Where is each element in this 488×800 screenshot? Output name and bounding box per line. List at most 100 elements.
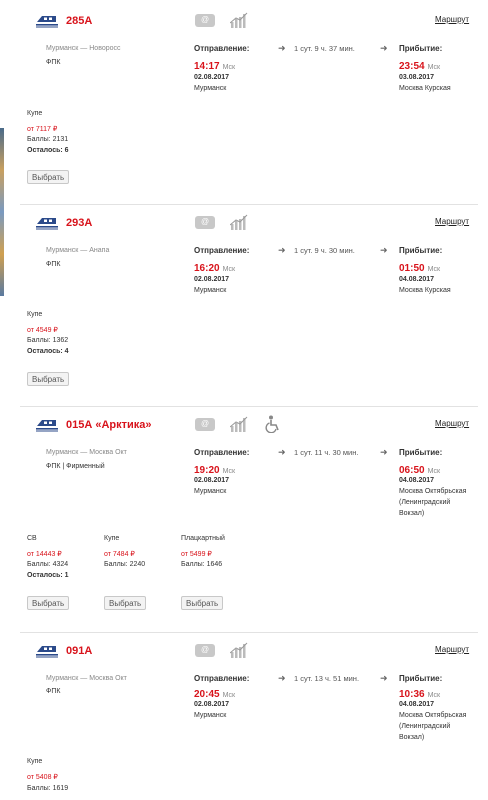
departure-station: Мурманск [194,287,227,294]
train-number[interactable]: 285А [66,15,92,27]
e-ticket-icon: @ [195,644,215,657]
departure-station: Мурманск [194,712,227,719]
duration: 1 сут. 9 ч. 37 мин. [294,44,355,53]
route-name: Мурманск — Анапа [46,247,110,254]
arrival-label: Прибытие: [399,246,443,255]
class-points: Баллы: 1619 [27,785,69,792]
carrier: ФПК | Фирменный [46,463,105,470]
departure-station: Мурманск [194,488,227,495]
duration: 1 сут. 11 ч. 30 мин. [294,448,359,457]
class-price: от 5499 ₽ [181,551,212,558]
departure-date: 02.08.2017 [194,276,230,283]
departure-time: 20:45 Мск [194,689,236,700]
arrow-right-icon: ➜ [380,43,388,53]
arrow-right-icon: ➜ [278,673,286,683]
train-card-015a: 015А «Арктика» @ Маршрут Мурманск — Моск… [0,404,488,632]
train-card-285a: 285А @ Маршрут Мурманск — Новоросс ФПК О… [0,0,488,205]
departure-time: 16:20 Мск [194,263,236,274]
duration: 1 сут. 9 ч. 30 мин. [294,246,355,255]
chart-icon [230,12,248,28]
train-number[interactable]: 091А [66,645,92,657]
seats-left: Осталось: 6 [27,147,69,154]
train-card-091a: 091А @ Маршрут Мурманск — Москва Окт ФПК… [0,630,488,800]
train-icon [36,218,58,230]
departure-label: Отправление: [194,674,250,683]
train-card-293a: 293А @ Маршрут Мурманск — Анапа ФПК Отпр… [0,202,488,405]
arrival-station-line: Москва Октябрьская [399,712,467,719]
route-link[interactable]: Маршрут [435,15,469,24]
select-button[interactable]: Выбрать [181,596,224,610]
e-ticket-icon: @ [195,418,215,431]
duration: 1 сут. 13 ч. 51 мин. [294,674,360,683]
chart-icon [230,214,248,230]
chart-icon [230,416,248,432]
e-ticket-icon: @ [195,216,215,229]
carrier: ФПК [46,59,61,66]
select-button[interactable]: Выбрать [104,596,147,610]
route-name: Мурманск — Москва Окт [46,449,127,456]
arrival-time: 01:50 Мск [399,263,441,274]
seats-left: Осталось: 4 [27,348,69,355]
train-icon [36,646,58,658]
departure-date: 02.08.2017 [194,701,230,708]
route-name: Мурманск — Новоросс [46,45,121,52]
carrier: ФПК [46,688,61,695]
class-points: Баллы: 1646 [181,561,223,568]
departure-label: Отправление: [194,448,250,457]
route-link[interactable]: Маршрут [435,419,469,428]
departure-label: Отправление: [194,44,250,53]
departure-label: Отправление: [194,246,250,255]
arrival-station-line: Вокзал) [399,510,425,517]
class-points: Баллы: 1362 [27,337,69,344]
e-ticket-icon: @ [195,14,215,27]
carrier: ФПК [46,261,61,268]
arrival-station-line: Москва Октябрьская [399,488,467,495]
arrival-time: 23:54 Мск [399,61,441,72]
arrival-label: Прибытие: [399,448,443,457]
route-link[interactable]: Маршрут [435,217,469,226]
arrival-station: Москва Октябрьская (Ленинградский Вокзал… [399,486,466,519]
arrival-label: Прибытие: [399,674,443,683]
class-points: Баллы: 4324 [27,561,69,568]
arrival-time: 06:50 Мск [399,465,441,476]
departure-time: 14:17 Мск [194,61,236,72]
arrival-date: 04.08.2017 [399,477,435,484]
train-icon [36,420,58,432]
departure-date: 02.08.2017 [194,74,230,81]
arrival-station: Москва Курская [399,287,451,294]
class-points: Баллы: 2240 [104,561,146,568]
train-number[interactable]: 293А [66,217,92,229]
arrival-label: Прибытие: [399,44,443,53]
arrow-right-icon: ➜ [380,673,388,683]
departure-time: 19:20 Мск [194,465,236,476]
select-button[interactable]: Выбрать [27,596,70,610]
route-name: Мурманск — Москва Окт [46,675,127,682]
arrival-date: 03.08.2017 [399,74,435,81]
class-points: Баллы: 2131 [27,136,69,143]
arrival-date: 04.08.2017 [399,276,435,283]
train-number[interactable]: 015А «Арктика» [66,419,152,431]
class-price: от 14443 ₽ [27,551,62,558]
class-name: Плацкартный [181,535,225,542]
arrow-right-icon: ➜ [278,447,286,457]
arrival-date: 04.08.2017 [399,701,435,708]
departure-station: Мурманск [194,85,227,92]
arrow-right-icon: ➜ [380,245,388,255]
class-name: Купе [27,758,43,765]
select-button[interactable]: Выбрать [27,170,70,184]
wheelchair-icon [265,415,279,433]
train-icon [36,16,58,28]
arrival-time: 10:36 Мск [399,689,441,700]
class-name: Купе [104,535,120,542]
seats-left: Осталось: 1 [27,572,69,579]
arrival-station-line: Вокзал) [399,734,425,741]
class-price: от 4549 ₽ [27,327,58,334]
class-name: Купе [27,311,43,318]
arrival-station-line: (Ленинградский [399,723,451,730]
select-button[interactable]: Выбрать [27,372,70,386]
class-name: Купе [27,110,43,117]
class-price: от 5408 ₽ [27,774,58,781]
arrow-right-icon: ➜ [278,245,286,255]
route-link[interactable]: Маршрут [435,645,469,654]
class-name: СВ [27,535,37,542]
